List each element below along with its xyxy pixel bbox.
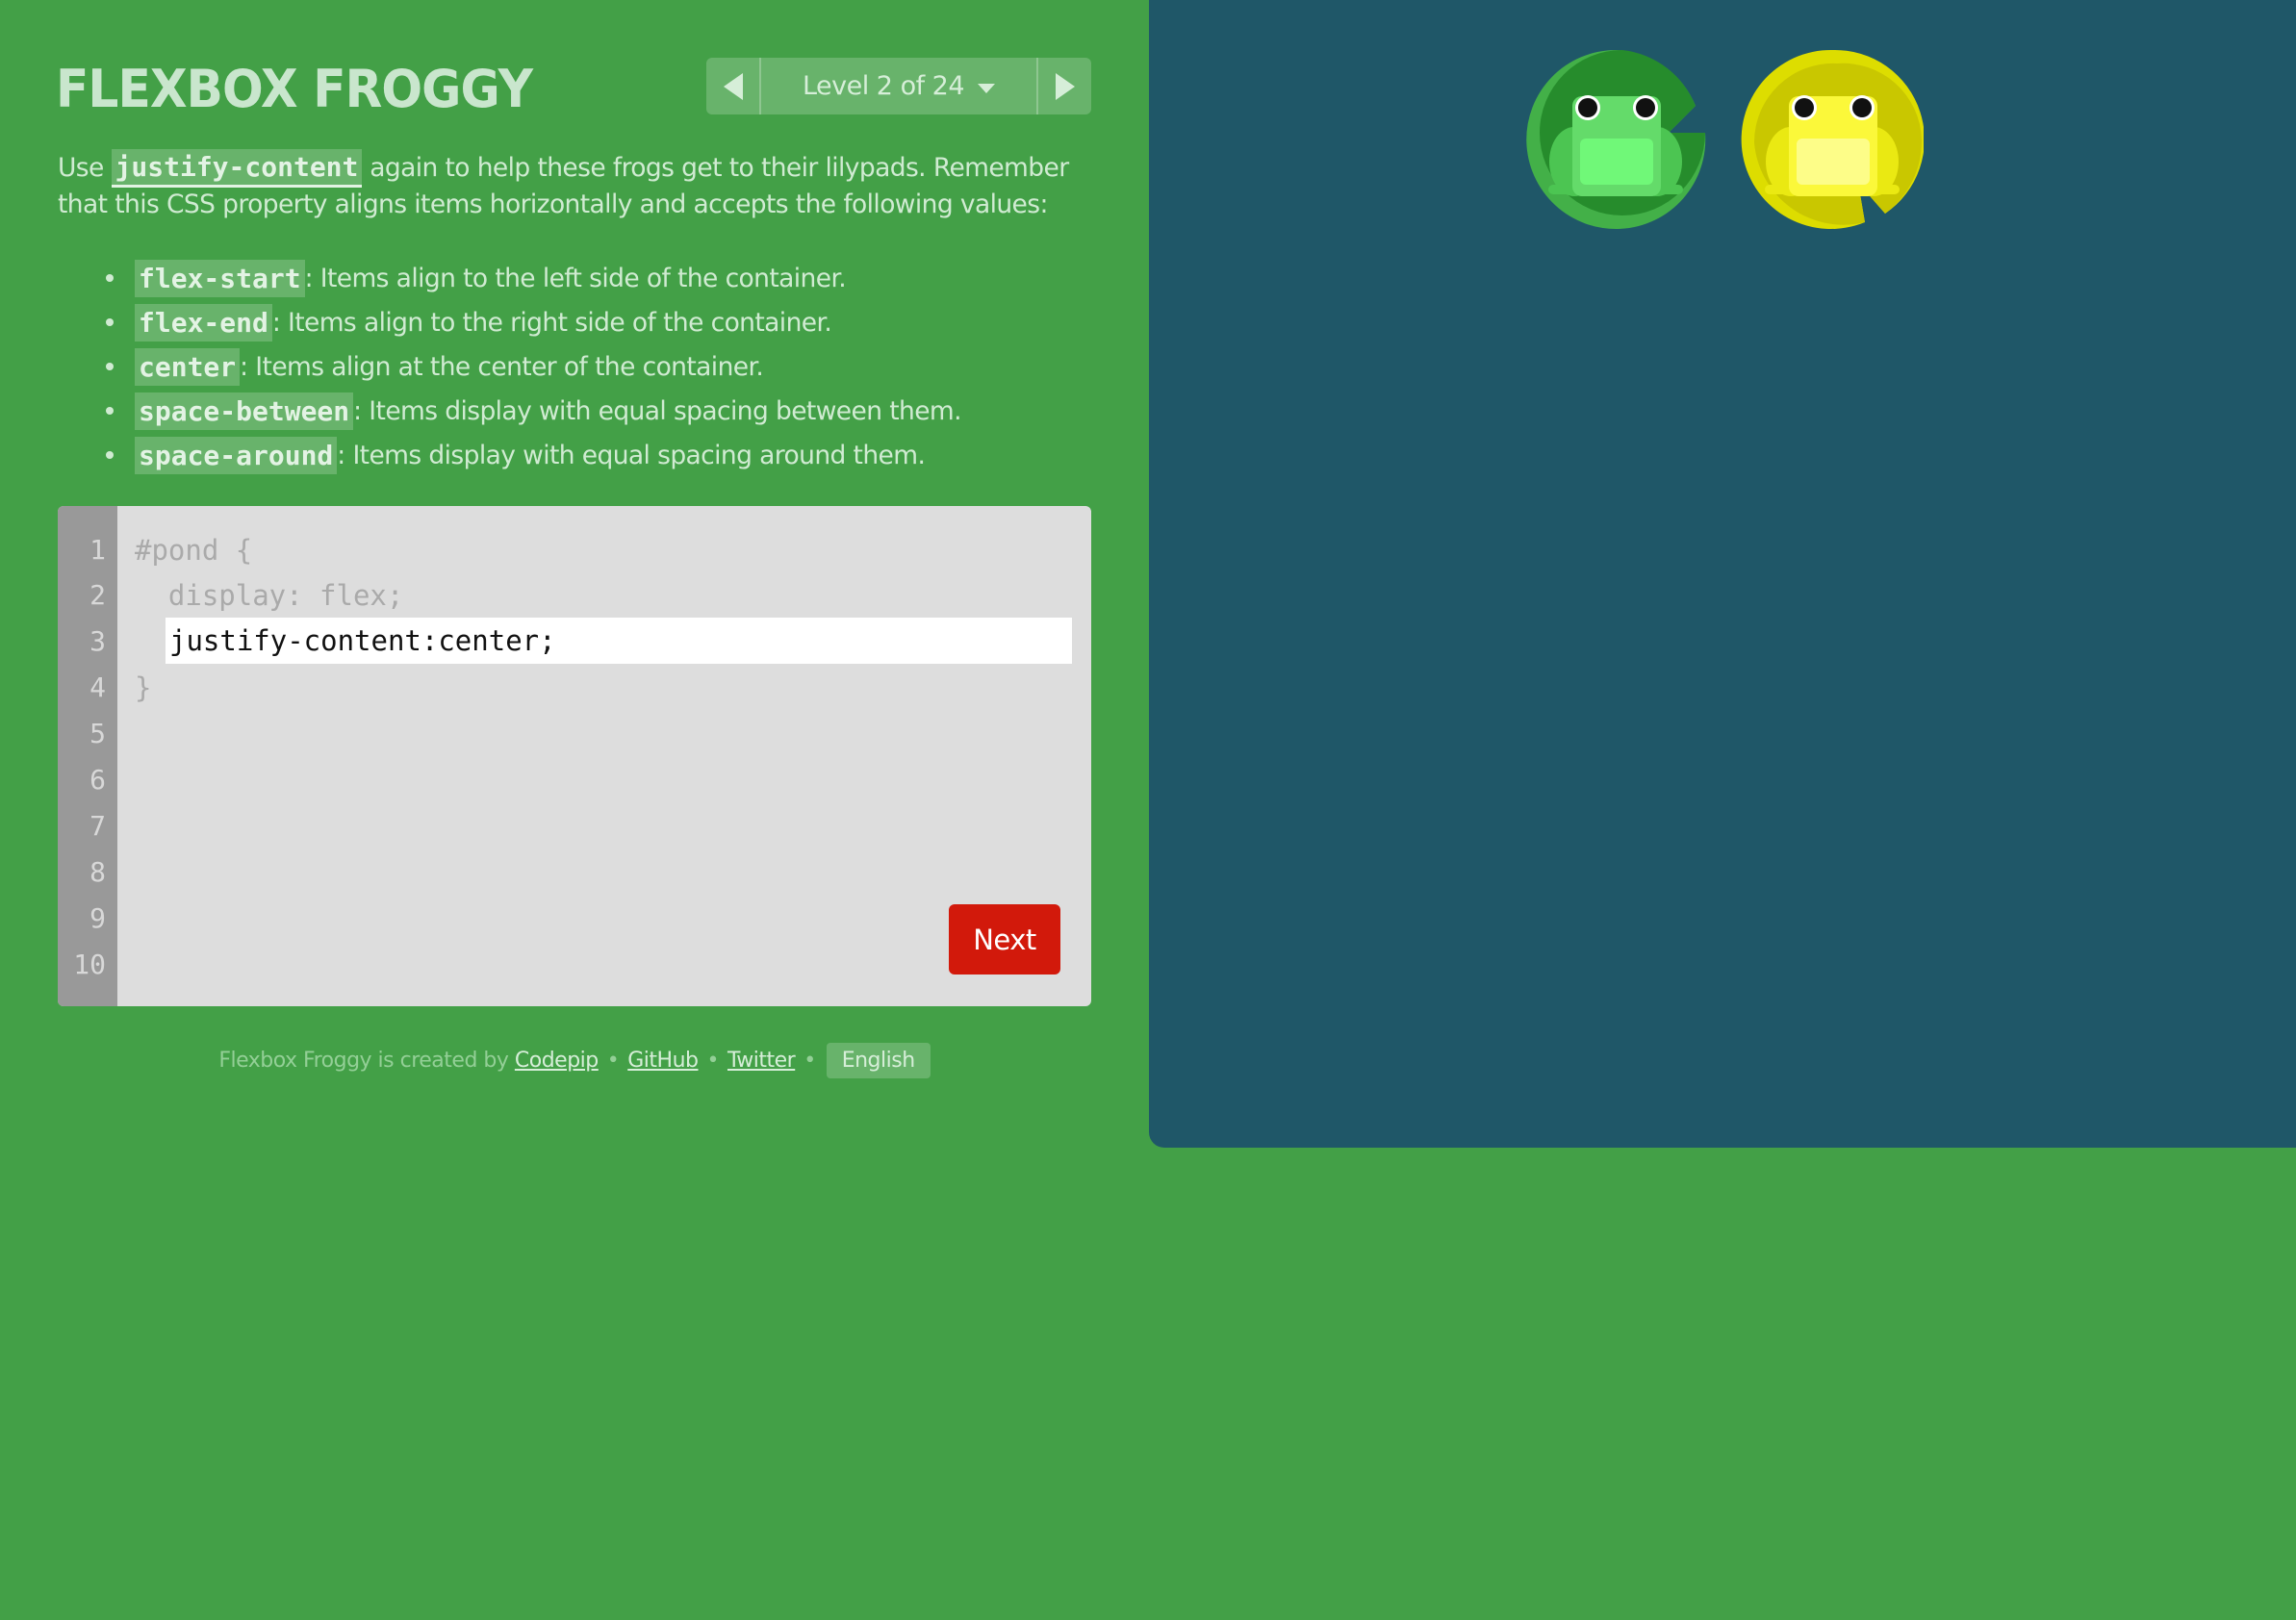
page-title: FLEXBOX FROGGY [56, 59, 533, 119]
values-list: flex-start: Items align to the left side… [96, 256, 1107, 477]
sidebar: FLEXBOX FROGGY Level 2 of 24 Use justify… [0, 0, 1149, 1620]
value-description: : Items align to the right side of the c… [271, 307, 832, 338]
value-code: flex-start [135, 259, 305, 297]
bullet-icon [106, 451, 114, 459]
line-number: 8 [89, 856, 106, 888]
next-level-button[interactable] [1036, 58, 1091, 114]
property-link[interactable]: justify-content [111, 149, 363, 188]
line-number: 2 [89, 579, 106, 611]
line-number: 9 [89, 902, 106, 934]
line-number: 1 [89, 534, 106, 566]
line-number: 5 [89, 718, 106, 749]
line-number: 4 [89, 671, 106, 703]
bullet-icon [106, 363, 114, 370]
list-item: flex-start: Items align to the left side… [96, 256, 1107, 300]
separator: • [606, 1048, 620, 1073]
value-description: : Items align at the center of the conta… [240, 351, 764, 382]
line-number-gutter: 1 2 3 4 5 6 7 8 9 10 [58, 506, 117, 1006]
level-navigation: Level 2 of 24 [706, 58, 1091, 114]
instructions: Use justify-content again to help these … [58, 149, 1097, 223]
value-code: space-between [135, 392, 354, 430]
code-line-selector: #pond { [135, 534, 253, 567]
level-label: Level 2 of 24 [802, 71, 965, 101]
triangle-right-icon [1055, 72, 1075, 100]
level-dropdown[interactable]: Level 2 of 24 [761, 58, 1036, 114]
separator: • [706, 1048, 720, 1073]
value-code: center [135, 347, 241, 386]
bullet-icon [106, 318, 114, 326]
yellow-frog-icon [1765, 95, 1900, 196]
code-line-display: display: flex; [135, 579, 404, 612]
language-button[interactable]: English [826, 1042, 931, 1078]
instructions-prefix: Use [58, 153, 112, 183]
code-editor: 1 2 3 4 5 6 7 8 9 10 #pond { display: fl… [58, 506, 1091, 1006]
twitter-link[interactable]: Twitter [727, 1049, 796, 1073]
github-link[interactable]: GitHub [627, 1049, 699, 1073]
bullet-icon [106, 274, 114, 282]
footer: Flexbox Froggy is created by Codepip • G… [0, 1041, 1149, 1079]
css-code-input[interactable] [166, 618, 1072, 664]
list-item: center: Items align at the center of the… [96, 344, 1107, 389]
line-number: 3 [89, 625, 106, 657]
list-item: space-around: Items display with equal s… [96, 433, 1107, 477]
list-item: space-between: Items display with equal … [96, 389, 1107, 433]
codepip-link[interactable]: Codepip [515, 1049, 599, 1073]
value-code: flex-end [135, 303, 272, 342]
line-number: 6 [89, 764, 106, 796]
credit-text: Flexbox Froggy is created by [218, 1048, 515, 1073]
code-line-closing-brace: } [135, 671, 152, 704]
instructions-text: Use justify-content again to help these … [58, 149, 1097, 223]
line-number: 10 [73, 949, 106, 980]
list-item: flex-end: Items align to the right side … [96, 300, 1107, 344]
pond [1149, 0, 2296, 1148]
value-description: : Items display with equal spacing aroun… [337, 440, 926, 470]
line-number: 7 [89, 810, 106, 842]
caret-down-icon [978, 83, 996, 93]
previous-level-button[interactable] [706, 58, 761, 114]
separator: • [804, 1048, 816, 1073]
value-description: : Items display with equal spacing betwe… [353, 395, 961, 426]
value-code: space-around [135, 436, 338, 474]
value-description: : Items align to the left side of the co… [304, 263, 847, 293]
bullet-icon [106, 407, 114, 415]
green-frog-icon [1548, 95, 1683, 196]
triangle-left-icon [723, 72, 743, 100]
next-button[interactable]: Next [949, 904, 1060, 975]
